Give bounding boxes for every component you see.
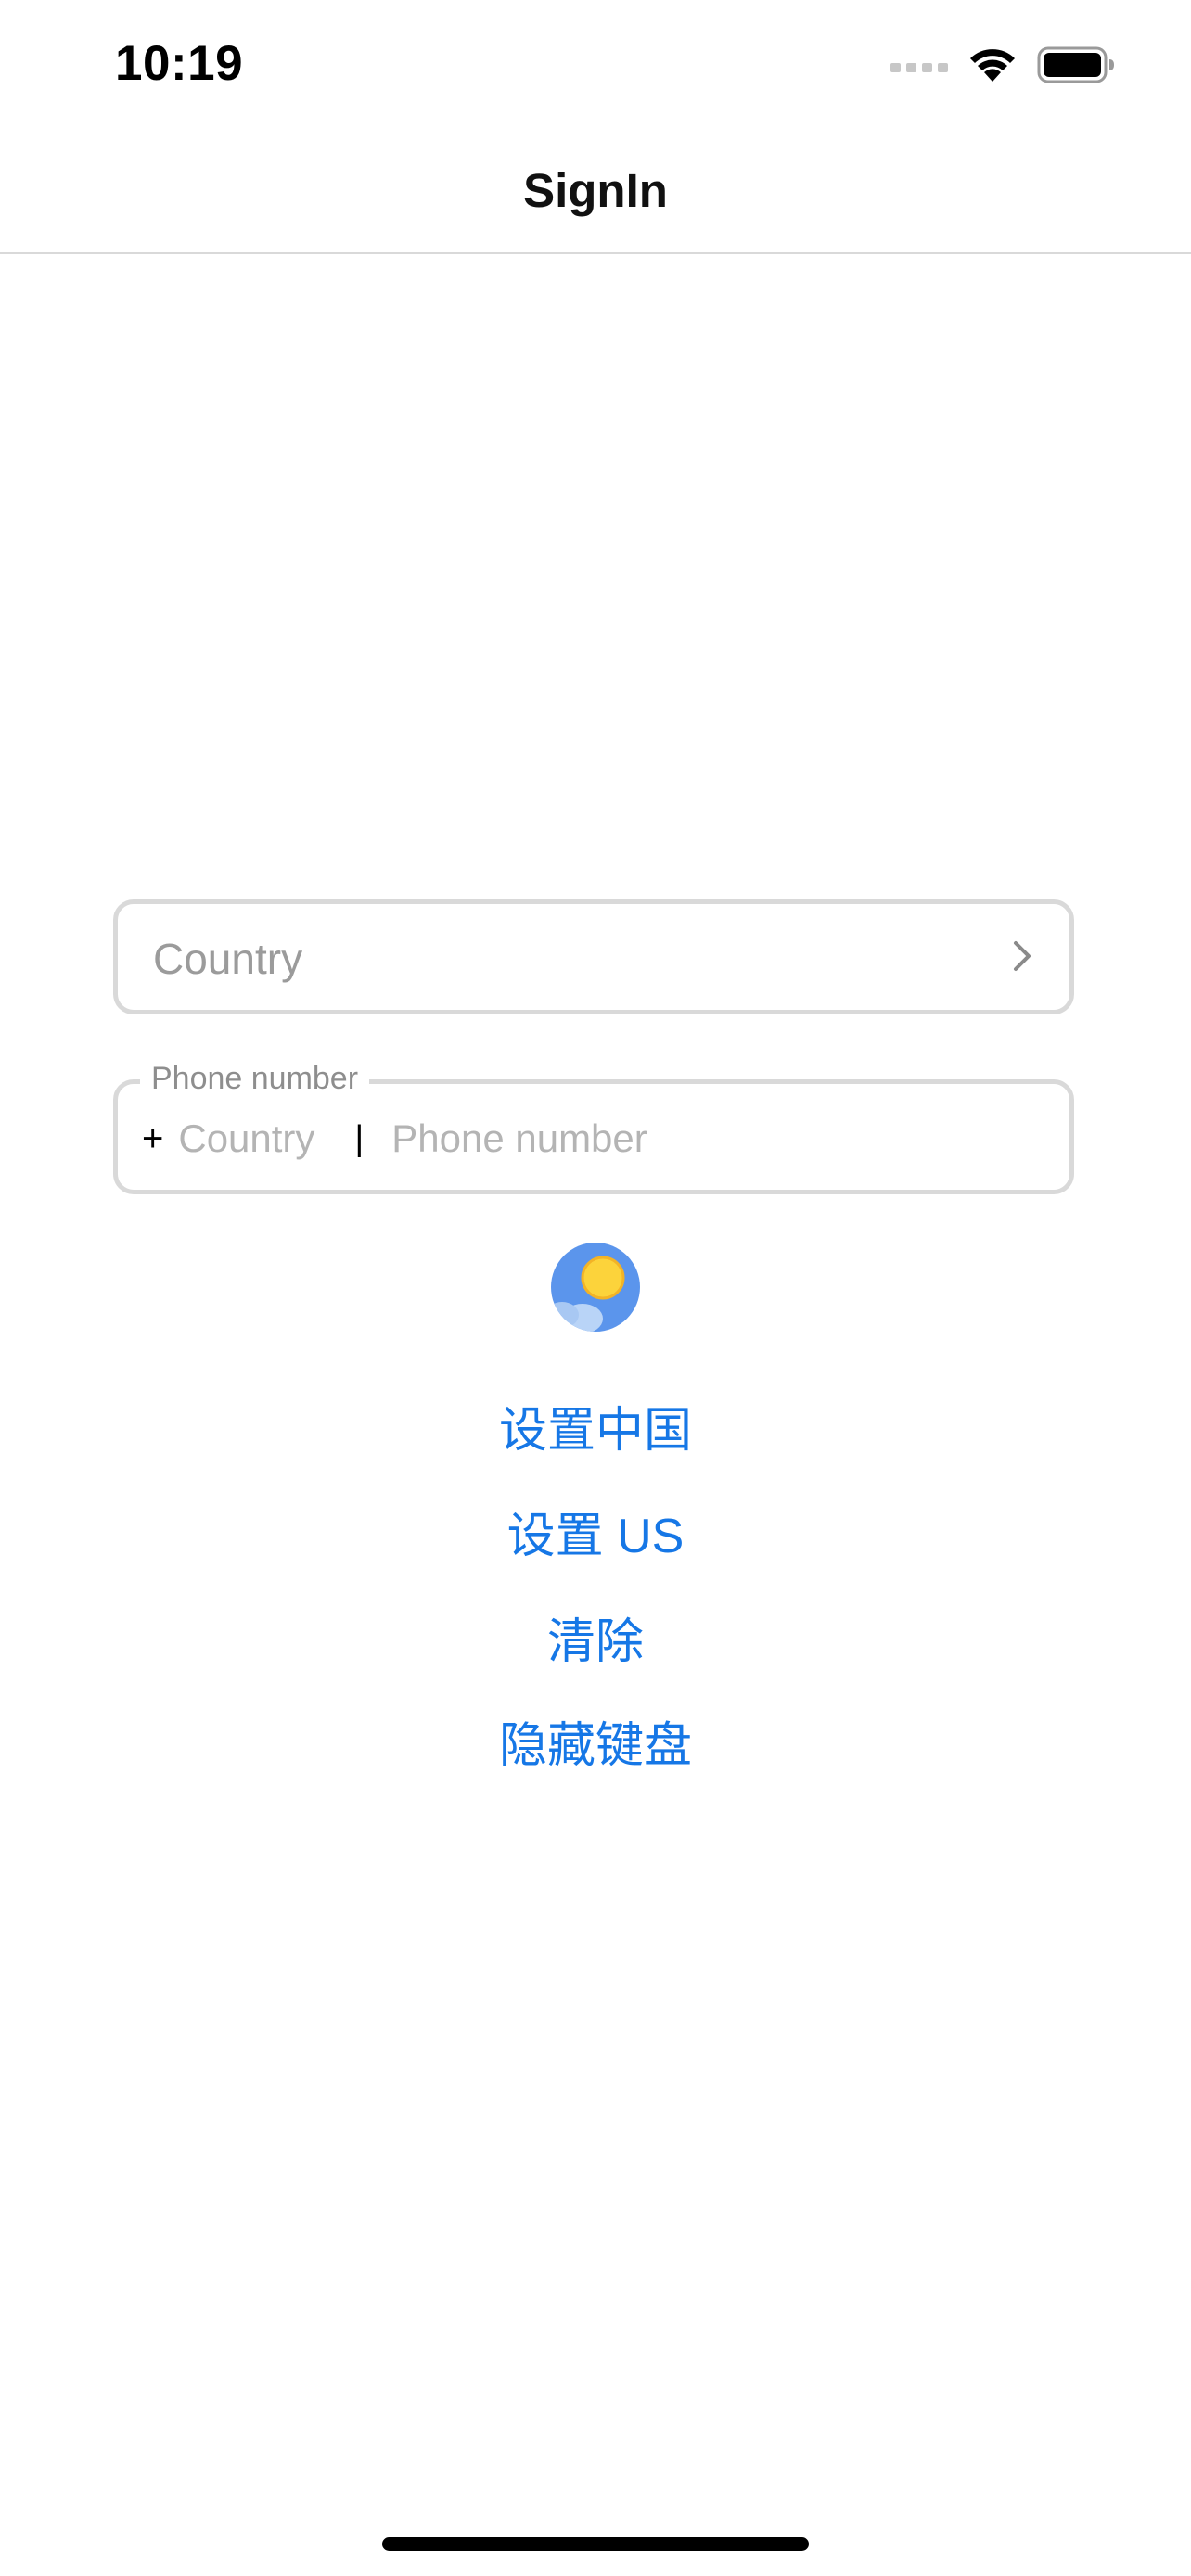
clear-button[interactable]: 清除 [0,1602,1191,1672]
wifi-icon [968,46,1017,88]
phone-number-field[interactable]: Phone number + Country | Phone number [113,1056,1074,1194]
phone-number-input[interactable]: Phone number [391,1116,647,1161]
country-placeholder: Country [153,935,303,983]
navigation-bar: SignIn [0,130,1191,254]
plus-sign: + [142,1117,164,1159]
hide-keyboard-button[interactable]: 隐藏键盘 [0,1706,1191,1776]
country-select-field[interactable]: Country [113,899,1074,1014]
chevron-right-icon [1003,937,1040,975]
status-time: 10:19 [115,36,244,91]
text-cursor: | [354,1118,365,1158]
phone-input-row: + Country | Phone number [142,1116,647,1162]
status-bar: 10:19 [0,0,1191,130]
country-code-input[interactable]: Country [178,1116,354,1161]
status-icons [890,45,1115,89]
battery-icon [1037,45,1115,89]
signal-icon [890,57,948,77]
set-china-button[interactable]: 设置中国 [0,1391,1191,1460]
image-placeholder-icon [549,1241,642,1333]
page-title: SignIn [523,164,668,217]
set-us-button[interactable]: 设置 US [0,1497,1191,1566]
home-indicator[interactable] [382,2537,809,2551]
phone-number-label: Phone number [140,1056,370,1101]
